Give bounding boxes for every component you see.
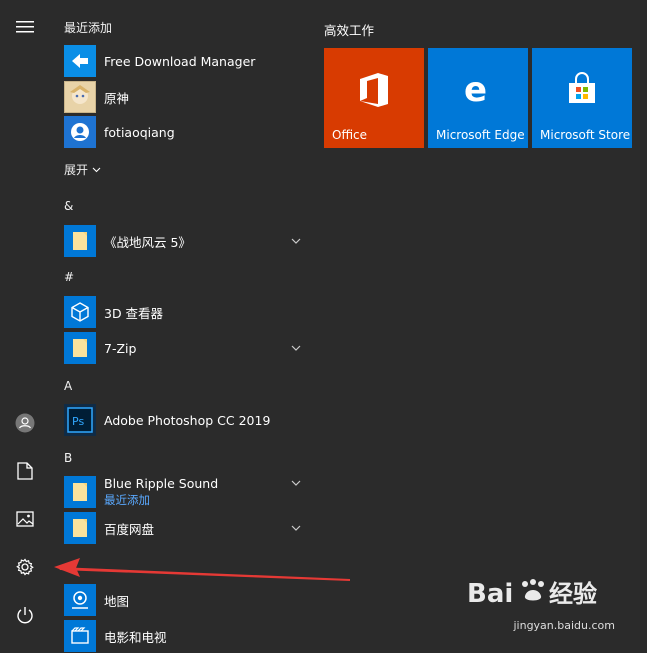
app-list: 最近添加 Free Download Manager 原神 fotiaoqian… <box>50 0 310 652</box>
group-letter-b[interactable]: B <box>64 451 72 465</box>
svg-text:Bai: Bai <box>467 579 513 609</box>
group-letter-ampersand[interactable]: & <box>64 199 73 213</box>
list-item-baidu-netdisk[interactable]: 百度网盘 <box>64 511 304 545</box>
power-icon[interactable] <box>4 594 46 636</box>
tiles-group-title[interactable]: 高效工作 <box>324 20 374 39</box>
list-item-label: 电影和电视 <box>104 629 167 645</box>
expand-label: 展开 <box>64 163 89 177</box>
chevron-down-icon[interactable] <box>288 475 304 491</box>
photoshop-icon: Ps <box>64 404 96 436</box>
svg-text:经验: 经验 <box>549 580 597 608</box>
3d-viewer-icon <box>64 296 96 328</box>
pictures-icon[interactable] <box>4 498 46 540</box>
folder-icon <box>64 225 96 257</box>
svg-text:Ps: Ps <box>72 415 84 428</box>
store-icon <box>532 72 632 106</box>
free-download-manager-icon <box>64 45 96 77</box>
fotiaoqiang-icon <box>64 116 96 148</box>
list-item-free-download-manager[interactable]: Free Download Manager <box>64 44 304 78</box>
maps-icon <box>64 584 96 616</box>
list-item-3d-viewer[interactable]: 3D 查看器 <box>64 295 304 329</box>
tile-microsoft-store[interactable]: Microsoft Store <box>532 48 632 148</box>
movies-tv-icon <box>64 620 96 652</box>
list-item-label: Free Download Manager <box>104 53 256 69</box>
folder-icon <box>64 512 96 544</box>
recently-added-badge: 最近添加 <box>104 493 150 507</box>
chevron-down-icon <box>92 167 101 172</box>
list-item-label: Blue Ripple Sound <box>104 476 219 491</box>
chevron-down-icon[interactable] <box>288 340 304 356</box>
group-letter-hash[interactable]: # <box>64 270 74 284</box>
list-item-photoshop[interactable]: Ps Adobe Photoshop CC 2019 <box>64 403 304 437</box>
list-item-label: 地图 <box>104 593 130 609</box>
tile-office[interactable]: Office <box>324 48 424 148</box>
list-item-7zip[interactable]: 7-Zip <box>64 331 304 365</box>
list-item-label: fotiaoqiang <box>104 124 175 140</box>
documents-icon[interactable] <box>4 450 46 492</box>
tile-label: Office <box>332 128 368 142</box>
watermark-url: jingyan.baidu.com <box>513 619 615 632</box>
settings-icon[interactable] <box>4 546 46 588</box>
left-rail <box>0 0 50 638</box>
list-item-battlefield-5[interactable]: 《战地风云 5》 <box>64 224 304 258</box>
tile-label: Microsoft Edge <box>436 128 525 142</box>
folder-icon <box>64 332 96 364</box>
list-item-fotiaoqiang[interactable]: fotiaoqiang <box>64 115 304 149</box>
office-icon <box>324 72 424 108</box>
annotation-arrow <box>54 558 350 581</box>
recent-heading: 最近添加 <box>64 21 113 35</box>
expand-button[interactable]: 展开 <box>64 161 101 178</box>
folder-icon <box>64 476 96 508</box>
genshin-icon <box>64 81 96 113</box>
chevron-down-icon[interactable] <box>288 520 304 536</box>
list-item-movies-tv[interactable]: 电影和电视 <box>64 619 304 653</box>
list-item-label: Adobe Photoshop CC 2019 <box>104 412 271 428</box>
list-item-maps[interactable]: 地图 <box>64 583 304 617</box>
svg-text:e: e <box>464 72 487 106</box>
list-item-label: 百度网盘 <box>104 521 155 537</box>
edge-icon: e <box>428 72 528 106</box>
user-icon[interactable] <box>4 402 46 444</box>
list-item-label: 7-Zip <box>104 340 137 356</box>
group-letter-a[interactable]: A <box>64 379 72 393</box>
list-item-label: 3D 查看器 <box>104 305 164 321</box>
tile-microsoft-edge[interactable]: e Microsoft Edge <box>428 48 528 148</box>
tile-label: Microsoft Store <box>540 128 631 142</box>
chevron-down-icon[interactable] <box>288 233 304 249</box>
list-item-label: 《战地风云 5》 <box>104 234 191 250</box>
list-item-blue-ripple-sound[interactable]: Blue Ripple Sound 最近添加 <box>64 475 304 509</box>
hamburger-menu-icon[interactable] <box>4 6 46 48</box>
list-item-label: 原神 <box>104 90 130 106</box>
list-item-genshin[interactable]: 原神 <box>64 80 304 114</box>
baidu-watermark-logo: Bai 经验 <box>467 574 617 614</box>
